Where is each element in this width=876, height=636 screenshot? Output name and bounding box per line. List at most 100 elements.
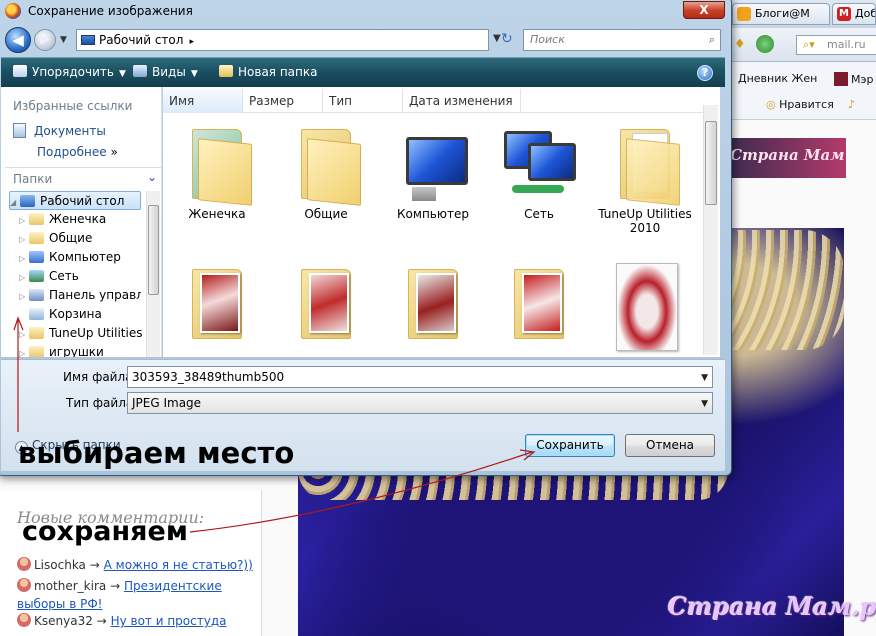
file-list-scrollbar[interactable] bbox=[703, 105, 718, 355]
photo-shape bbox=[416, 273, 456, 333]
tree-item-computer[interactable]: ▷ Компьютер bbox=[19, 248, 151, 267]
column-header-name[interactable]: Имя bbox=[163, 89, 243, 113]
tree-item-label: Компьютер bbox=[49, 250, 121, 264]
network-icon bbox=[500, 115, 578, 205]
file-item-computer[interactable]: Компьютер bbox=[383, 115, 483, 221]
new-folder-label: Новая папка bbox=[238, 65, 318, 79]
close-button[interactable]: X bbox=[683, 1, 725, 19]
file-item-photo-folder[interactable] bbox=[276, 255, 376, 347]
organize-button[interactable]: Упорядочить ▼ bbox=[13, 65, 126, 79]
comment-link[interactable]: А можно я не статью?)) bbox=[104, 558, 253, 572]
new-folder-icon bbox=[219, 65, 233, 77]
chevron-down-icon: ▼ bbox=[190, 69, 198, 79]
organize-icon bbox=[13, 65, 27, 77]
comment-item: Ksenya32 → Ну вот и простуда bbox=[17, 612, 257, 630]
column-header-size[interactable]: Размер bbox=[243, 89, 323, 113]
browser-search-input[interactable]: ⌕▾ mail.ru bbox=[796, 35, 876, 55]
photo-shape bbox=[200, 273, 240, 333]
column-header-date[interactable]: Дата изменения bbox=[403, 89, 521, 113]
search-icon[interactable]: ⌕ bbox=[709, 30, 715, 50]
tree-expander-icon[interactable]: ◢ bbox=[10, 193, 20, 209]
search-placeholder: Поиск bbox=[530, 33, 565, 46]
filetype-select[interactable]: JPEG Image ▼ bbox=[127, 392, 713, 414]
file-item-photo-folder[interactable] bbox=[489, 255, 589, 347]
tree-expander-icon[interactable]: ▷ bbox=[19, 287, 29, 305]
views-button[interactable]: Виды ▼ bbox=[133, 65, 198, 79]
save-button[interactable]: Сохранить bbox=[525, 434, 615, 457]
file-item-photo-folder[interactable] bbox=[167, 255, 267, 347]
bookmark-item[interactable]: Дневник Жен bbox=[738, 72, 817, 85]
filetype-value: JPEG Image bbox=[132, 396, 202, 410]
scrollbar-thumb[interactable] bbox=[705, 121, 717, 205]
file-item-image[interactable] bbox=[595, 255, 695, 351]
file-item-network[interactable]: Сеть bbox=[489, 115, 589, 221]
tree-item-recycle-bin[interactable]: Корзина bbox=[19, 305, 151, 324]
mail-ru-icon bbox=[737, 7, 751, 21]
chevron-down-icon[interactable]: ▼ bbox=[701, 394, 708, 414]
folders-header[interactable]: Папки ⌄ bbox=[5, 167, 161, 189]
comment-item: Lisochka → А можно я не статью?)) bbox=[17, 556, 257, 574]
tree-item-control-panel[interactable]: ▷ Панель управления bbox=[19, 286, 141, 305]
file-item-shared[interactable]: Общие bbox=[276, 115, 376, 221]
comment-user[interactable]: mother_kira bbox=[34, 579, 106, 593]
music-icon[interactable]: ♪ bbox=[848, 98, 855, 111]
tree-expander-icon[interactable]: ▷ bbox=[19, 249, 29, 267]
network-icon bbox=[29, 270, 44, 282]
comment-user[interactable]: Lisochka bbox=[34, 558, 86, 572]
location-path[interactable]: Рабочий стол ▸ bbox=[76, 29, 489, 51]
file-item-tuneup[interactable]: TuneUp Utilities 2010 bbox=[595, 115, 695, 235]
history-dropdown-icon[interactable]: ▼ bbox=[60, 35, 67, 45]
cancel-button[interactable]: Отмена bbox=[625, 434, 715, 457]
folder-icon bbox=[287, 115, 365, 206]
tree-item-tuneup[interactable]: ▷ TuneUp Utilities bbox=[19, 324, 151, 343]
help-icon[interactable]: ? bbox=[697, 65, 713, 81]
file-list: Имя Размер Тип Дата изменения Женечка Об… bbox=[163, 87, 720, 357]
more-link[interactable]: Подробнее » bbox=[37, 145, 118, 159]
chevron-down-icon[interactable]: ▼ bbox=[701, 368, 708, 388]
photo-folder-icon bbox=[287, 255, 365, 345]
comment-user[interactable]: Ksenya32 bbox=[34, 614, 93, 628]
filename-value: 303593_38489thumb500 bbox=[132, 370, 285, 384]
bookmark-star-icon[interactable]: ♦ bbox=[734, 37, 746, 52]
path-separator-icon[interactable]: ▸ bbox=[189, 37, 194, 47]
double-chevron-icon: » bbox=[110, 145, 118, 159]
nav-link-documents[interactable]: Документы bbox=[13, 123, 106, 138]
collapse-chevron-icon[interactable]: ⌄ bbox=[147, 170, 157, 184]
tree-expander-icon[interactable]: ▷ bbox=[19, 211, 29, 229]
save-image-dialog: Сохранение изображения X ◀ ▶ ▼ Рабочий с… bbox=[0, 0, 732, 476]
comment-arrow: → bbox=[89, 558, 100, 572]
photo-folder-icon bbox=[178, 255, 256, 345]
tree-item-label: игрушки bbox=[49, 345, 104, 357]
forward-arrow-icon[interactable]: ▶ bbox=[34, 29, 56, 51]
tree-item-toys[interactable]: ▷ игрушки bbox=[19, 343, 151, 357]
path-dropdown-icon[interactable]: ▼ bbox=[493, 33, 501, 44]
dialog-titlebar[interactable]: Сохранение изображения X bbox=[1, 1, 725, 23]
photo-shape bbox=[616, 263, 678, 351]
comment-link[interactable]: Ну вот и простуда bbox=[111, 614, 227, 628]
file-item-zhenechka[interactable]: Женечка bbox=[167, 115, 267, 221]
tree-scrollbar[interactable] bbox=[146, 191, 160, 357]
tree-item-shared[interactable]: ▷ Общие bbox=[19, 229, 151, 248]
green-circle-icon[interactable] bbox=[756, 35, 774, 53]
back-arrow-icon[interactable]: ◀ bbox=[5, 27, 31, 53]
tree-item-zhenechka[interactable]: ▷ Женечка bbox=[19, 210, 151, 229]
tree-item-desktop[interactable]: ◢ Рабочий стол bbox=[9, 191, 141, 210]
user-folder-icon bbox=[178, 115, 256, 206]
tree-item-network[interactable]: ▷ Сеть bbox=[19, 267, 151, 286]
browser-tab[interactable]: Блоги@М bbox=[732, 3, 830, 25]
tree-expander-icon[interactable]: ▷ bbox=[19, 230, 29, 248]
organize-label: Упорядочить bbox=[32, 65, 114, 79]
tree-expander-icon[interactable]: ▷ bbox=[19, 268, 29, 286]
search-input[interactable]: Поиск ⌕ bbox=[523, 29, 721, 51]
bookmark-item[interactable]: Мэр bbox=[834, 72, 874, 86]
filename-input[interactable]: 303593_38489thumb500 ▼ bbox=[127, 366, 713, 388]
column-header-type[interactable]: Тип bbox=[323, 89, 403, 113]
new-folder-button[interactable]: Новая папка bbox=[219, 65, 317, 79]
file-item-photo-folder[interactable] bbox=[383, 255, 483, 347]
scrollbar-thumb[interactable] bbox=[148, 205, 159, 295]
bookmark-item[interactable]: ◎ Нравится bbox=[766, 98, 834, 111]
tree-expander-icon[interactable]: ▷ bbox=[19, 325, 29, 343]
tree-expander-icon[interactable]: ▷ bbox=[19, 344, 29, 357]
browser-tab[interactable]: M Доб bbox=[832, 3, 876, 25]
refresh-icon[interactable]: ↻ bbox=[501, 31, 513, 47]
